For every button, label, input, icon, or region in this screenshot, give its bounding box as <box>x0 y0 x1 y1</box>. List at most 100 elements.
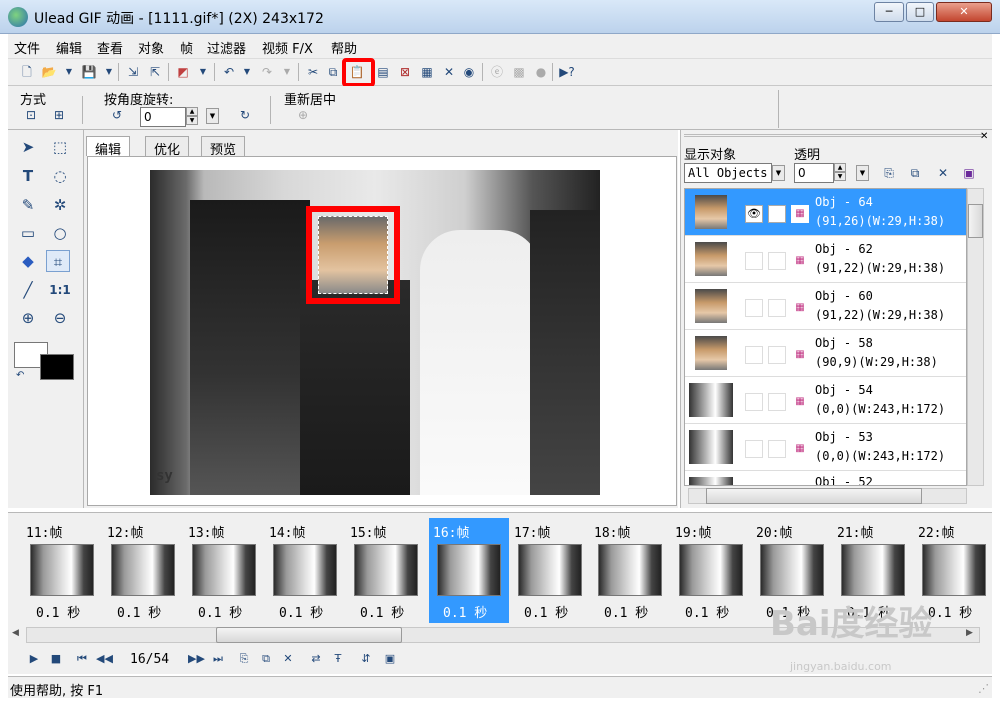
eyedropper-tool-icon[interactable]: ╱ <box>16 279 40 301</box>
menu-view[interactable]: 查看 <box>97 38 123 57</box>
pick-tool-icon[interactable]: ➤ <box>16 136 40 158</box>
object-row[interactable]: ▦ Obj - 53 (0,0)(W:243,H:172) <box>685 424 966 471</box>
import-icon[interactable]: ⇲ <box>124 63 142 81</box>
play-icon[interactable]: ▶ <box>26 651 42 667</box>
lock-toggle[interactable] <box>768 299 786 317</box>
next-frame-icon[interactable]: ▶▶ <box>188 651 205 667</box>
object-properties-icon[interactable]: ▣ <box>960 164 978 182</box>
lock-toggle[interactable] <box>768 205 786 223</box>
frame-thumbnail-item[interactable]: 15:帧 0.1 秒 <box>346 518 426 623</box>
visibility-toggle[interactable] <box>745 299 763 317</box>
actual-size-icon[interactable]: 1:1 <box>48 279 72 301</box>
frame-delay[interactable]: 0.1 秒 <box>36 602 80 621</box>
zoom-out-icon[interactable]: ⊖ <box>48 307 72 329</box>
zoom-in-icon[interactable]: ⊕ <box>16 307 40 329</box>
reverse-frames-icon[interactable]: ⇵ <box>358 651 374 667</box>
display-objects-select[interactable]: All Objects <box>684 163 772 183</box>
visibility-toggle[interactable] <box>745 346 763 364</box>
rotate-right-icon[interactable]: ↻ <box>236 106 254 124</box>
rotate-angle-input[interactable]: 0 <box>140 107 186 127</box>
visibility-toggle[interactable] <box>745 440 763 458</box>
menu-help[interactable]: 帮助 <box>331 38 357 57</box>
visibility-toggle[interactable] <box>745 252 763 270</box>
cut-icon[interactable]: ✂ <box>304 63 322 81</box>
open-file-icon[interactable]: 📂 <box>40 63 58 81</box>
frame-delay[interactable]: 0.1 秒 <box>443 602 487 621</box>
rotate-left-icon[interactable]: ↺ <box>108 106 126 124</box>
frame-delay[interactable]: 0.1 秒 <box>524 602 568 621</box>
menu-video-fx[interactable]: 视频 F/X <box>262 38 313 57</box>
menu-edit[interactable]: 编辑 <box>56 38 82 57</box>
fill-tool-icon[interactable]: ◆ <box>16 250 40 272</box>
undo-icon[interactable]: ↶ <box>220 63 238 81</box>
ellipse-select-tool-icon[interactable]: ○ <box>48 222 72 244</box>
object-row[interactable]: ▦ Obj - 54 (0,0)(W:243,H:172) <box>685 377 966 424</box>
frame-thumbnail-item[interactable]: 19:帧 0.1 秒 <box>671 518 751 623</box>
frame-delay[interactable]: 0.1 秒 <box>198 602 242 621</box>
frame-scroll-left-icon[interactable]: ◀ <box>12 628 19 638</box>
frame-thumbnail-item[interactable]: 12:帧 0.1 秒 <box>103 518 183 623</box>
frame-thumbnail-item[interactable]: 13:帧 0.1 秒 <box>184 518 264 623</box>
frame-delay[interactable]: 0.1 秒 <box>685 602 729 621</box>
edit-in-editor-icon[interactable]: ◩ <box>174 63 192 81</box>
editor-dropdown-icon[interactable]: ▼ <box>194 63 212 81</box>
minimize-button[interactable]: ─ <box>874 2 904 22</box>
frame-delay[interactable]: 0.1 秒 <box>604 602 648 621</box>
object-delete-icon[interactable]: ✕ <box>934 164 952 182</box>
transparency-input[interactable]: 0 <box>794 163 834 183</box>
last-frame-icon[interactable]: ⏭ <box>210 651 226 667</box>
panel-grip[interactable] <box>684 134 984 137</box>
menu-object[interactable]: 对象 <box>138 38 164 57</box>
text-tool-icon[interactable]: T <box>16 165 40 187</box>
frame-thumbnail-item[interactable]: 18:帧 0.1 秒 <box>590 518 670 623</box>
object-new-icon[interactable]: ⎘ <box>880 164 898 182</box>
previous-frame-icon[interactable]: ◀◀ <box>96 651 113 667</box>
frame-properties-bottom-icon[interactable]: ▣ <box>382 651 398 667</box>
lock-toggle[interactable] <box>768 440 786 458</box>
object-list-hscroll-thumb[interactable] <box>706 488 922 504</box>
panel-close-icon[interactable]: ✕ <box>980 131 988 142</box>
tween-icon[interactable]: ◉ <box>460 63 478 81</box>
display-objects-dropdown-icon[interactable]: ▼ <box>772 165 785 181</box>
menu-filter[interactable]: 过滤器 <box>207 38 246 57</box>
object-row[interactable]: ▦ Obj - 60 (91,22)(W:29,H:38) <box>685 283 966 330</box>
foreground-color-swatch[interactable] <box>40 354 74 380</box>
lasso-tool-icon[interactable]: ◌ <box>48 165 72 187</box>
eraser-tool-icon[interactable]: ▭ <box>16 222 40 244</box>
marquee-tool-icon[interactable]: ⬚ <box>48 136 72 158</box>
frame-thumbnail-item-selected[interactable]: 16:帧 0.1 秒 <box>429 518 509 623</box>
frame-thumbnail-item[interactable]: 17:帧 0.1 秒 <box>510 518 590 623</box>
rotate-spin-down[interactable]: ▼ <box>186 116 198 125</box>
undo-dropdown-icon[interactable]: ▼ <box>238 63 256 81</box>
frame-delay[interactable]: 0.1 秒 <box>360 602 404 621</box>
stop-icon[interactable]: ■ <box>48 651 64 667</box>
transparency-spin-up[interactable]: ▲ <box>834 163 846 172</box>
transparency-dropdown-icon[interactable]: ▼ <box>856 165 869 181</box>
lock-toggle[interactable] <box>768 393 786 411</box>
rotate-dropdown-icon[interactable]: ▼ <box>206 108 219 124</box>
frame-scrollbar-thumb[interactable] <box>216 627 402 643</box>
frame-thumbnail-item[interactable]: 11:帧 0.1 秒 <box>22 518 102 623</box>
add-frame-bottom-icon[interactable]: ⎘ <box>236 651 252 667</box>
visibility-toggle[interactable] <box>745 393 763 411</box>
frame-delay[interactable]: 0.1 秒 <box>279 602 323 621</box>
object-row[interactable]: ▦ Obj - 58 (90,9)(W:29,H:38) <box>685 330 966 377</box>
frame-properties-icon[interactable]: ▦ <box>418 63 436 81</box>
menu-file[interactable]: 文件 <box>14 38 40 57</box>
context-help-icon[interactable]: ▶? <box>558 63 576 81</box>
tab-preview[interactable]: 预览 <box>201 136 246 158</box>
brush-tool-icon[interactable]: ✎ <box>16 194 40 216</box>
transparency-spin-down[interactable]: ▼ <box>834 172 846 181</box>
add-frame-icon[interactable]: ▤ <box>374 63 392 81</box>
object-row[interactable]: Obj - 52 <box>685 471 966 485</box>
crop-tool-icon[interactable]: ⌗ <box>46 250 70 272</box>
lock-toggle[interactable] <box>768 346 786 364</box>
object-row[interactable]: ▦ Obj - 62 (91,22)(W:29,H:38) <box>685 236 966 283</box>
copy-icon[interactable]: ⧉ <box>324 63 342 81</box>
tween-frames-icon[interactable]: ⇄ <box>308 651 324 667</box>
save-dropdown-icon[interactable]: ▼ <box>100 63 118 81</box>
tab-optimize[interactable]: 优化 <box>145 136 190 158</box>
new-file-icon[interactable]: 🗋 <box>18 63 36 81</box>
mode-fit-icon[interactable]: ⊡ <box>22 106 40 124</box>
close-button[interactable]: ✕ <box>936 2 992 22</box>
